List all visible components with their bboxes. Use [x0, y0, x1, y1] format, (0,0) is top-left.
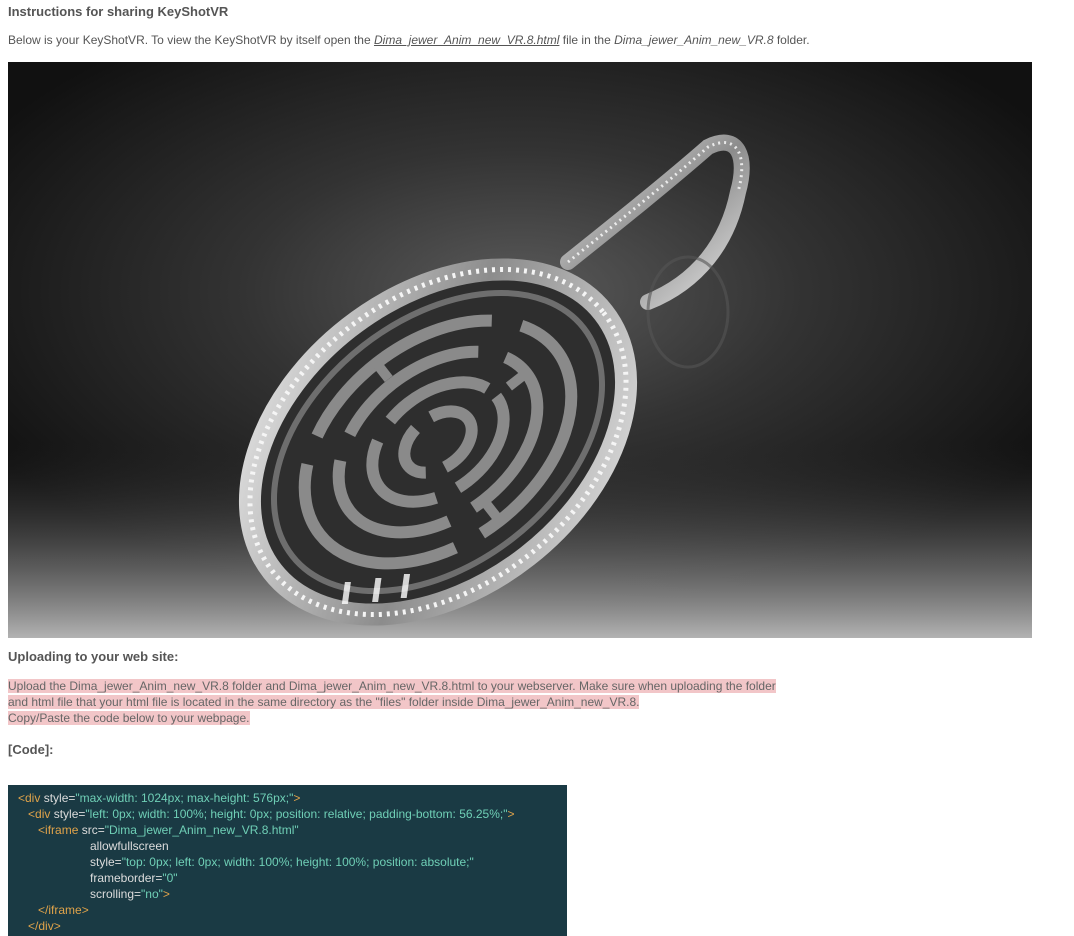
code-line-5: style="top: 0px; left: 0px; width: 100%;… [90, 855, 474, 869]
instructions-heading: Instructions for sharing KeyShotVR [8, 4, 229, 19]
keyshotvr-viewer[interactable] [8, 62, 1032, 638]
intro-suffix: folder. [773, 33, 810, 47]
folder-name: Dima_jewer_Anim_new_VR.8 [614, 33, 774, 47]
intro-middle: file in the [559, 33, 615, 47]
upload-line-2: and html file that your html file is loc… [8, 695, 640, 709]
upload-line-3: Copy/Paste the code below to your webpag… [8, 711, 250, 725]
intro-prefix: Below is your KeyShotVR. To view the Key… [8, 33, 374, 47]
code-line-7: scrolling="no"> [90, 887, 170, 901]
code-line-9: </div> [28, 919, 61, 933]
code-line-1: <div style="max-width: 1024px; max-heigh… [18, 791, 301, 805]
code-line-6: frameborder="0" [90, 871, 178, 885]
upload-line-1: Upload the Dima_jewer_Anim_new_VR.8 fold… [8, 679, 776, 693]
pendant-render [8, 134, 1032, 638]
code-line-2: <div style="left: 0px; width: 100%; heig… [28, 807, 515, 821]
upload-heading: Uploading to your web site: [8, 649, 179, 664]
embed-code-block[interactable]: <div style="max-width: 1024px; max-heigh… [8, 785, 567, 936]
code-heading: [Code]: [8, 742, 54, 757]
upload-instructions: Upload the Dima_jewer_Anim_new_VR.8 fold… [8, 678, 776, 726]
intro-text: Below is your KeyShotVR. To view the Key… [8, 33, 810, 47]
code-line-4: allowfullscreen [90, 839, 169, 853]
code-line-3: <iframe src="Dima_jewer_Anim_new_VR.8.ht… [38, 823, 299, 837]
html-file-link[interactable]: Dima_jewer_Anim_new_VR.8.html [374, 33, 559, 47]
code-line-8: </iframe> [38, 903, 89, 917]
